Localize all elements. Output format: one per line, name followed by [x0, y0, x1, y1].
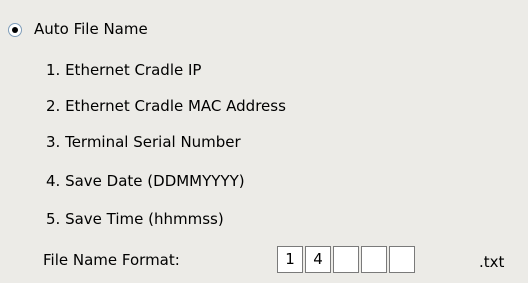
format-field-2[interactable]: 4 [305, 246, 331, 273]
option-ethernet-cradle-ip: 1. Ethernet Cradle IP [46, 61, 202, 79]
format-field-5[interactable] [389, 246, 415, 273]
auto-file-name-label[interactable]: Auto File Name [34, 19, 148, 39]
format-field-1[interactable]: 1 [277, 246, 303, 273]
option-ethernet-cradle-mac: 2. Ethernet Cradle MAC Address [46, 97, 286, 115]
format-field-4[interactable] [361, 246, 387, 273]
radio-selected-dot [12, 27, 18, 33]
auto-file-name-radio[interactable] [8, 23, 22, 37]
option-terminal-serial: 3. Terminal Serial Number [46, 133, 241, 151]
file-extension-label: .txt [479, 253, 505, 271]
option-save-date: 4. Save Date (DDMMYYYY) [46, 172, 245, 190]
option-save-time: 5. Save Time (hhmmss) [46, 210, 224, 228]
file-name-format-label: File Name Format: [43, 251, 180, 269]
format-field-3[interactable] [333, 246, 359, 273]
